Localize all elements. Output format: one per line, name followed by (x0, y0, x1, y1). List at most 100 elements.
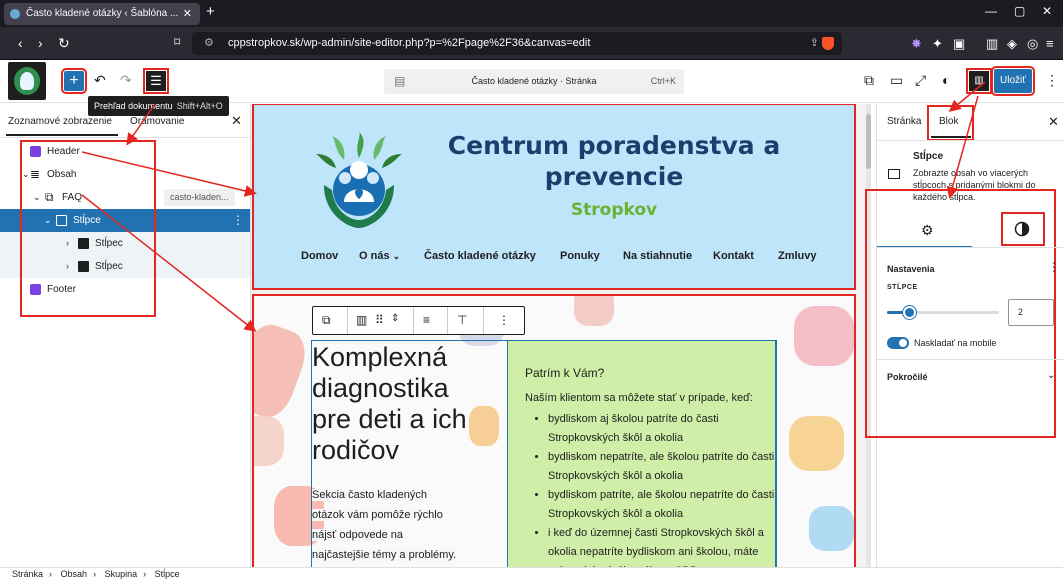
move-up-down-icon[interactable]: ⇕ (391, 313, 399, 324)
forward-icon[interactable]: › (38, 35, 43, 51)
lead-paragraph[interactable]: Sekcia často kladených otázok vám pomôže… (312, 485, 462, 565)
browser-url-bar: ‹ › ↻ ⌑ ⚙ cppstropkov.sk/wp-admin/site-e… (0, 27, 1063, 60)
tree-item-faq[interactable]: ⌄ ⧉ FAQ casto-kladen... (0, 186, 250, 209)
wallet-icon[interactable]: ◈ (1007, 36, 1017, 52)
undo-icon[interactable]: ↶ (94, 72, 106, 89)
stack-on-mobile-label: Naskladať na mobile (914, 338, 997, 348)
tree-item-stlpec[interactable]: › Stĺpec (0, 255, 250, 278)
chevron-down-icon[interactable]: ⌄ (22, 163, 30, 186)
more-options-icon[interactable]: ⋮ (232, 209, 244, 232)
columns-icon (56, 215, 67, 226)
columns-number-input[interactable]: 2 (1008, 299, 1054, 326)
add-block-button[interactable]: + (61, 68, 87, 94)
drag-handle-icon[interactable]: ⠿ (375, 313, 384, 327)
nav-item[interactable]: Zmluvy (778, 250, 817, 262)
settings-tab-gear-icon[interactable]: ⚙ (921, 222, 934, 239)
tree-item-stlpce[interactable]: ⌄ Stĺpce ⋮ (0, 209, 250, 232)
site-header[interactable]: Centrum poradenstva a prevencie Stropkov… (252, 104, 856, 290)
browser-tab[interactable]: Často kladené otázky ‹ Šablóna ... ✕ (4, 3, 200, 25)
site-logo-button[interactable] (8, 62, 46, 100)
column-title[interactable]: Patrím k Vám? (525, 366, 604, 380)
section-heading[interactable]: Komplexná diagnostika pre deti a ich rod… (312, 342, 484, 466)
view-external-icon[interactable]: ⧉ (864, 72, 874, 89)
site-title[interactable]: Centrum poradenstva a prevencie (434, 130, 794, 192)
site-settings-icon[interactable]: ⚙ (204, 32, 214, 55)
desktop-preview-icon[interactable]: ▭ (890, 72, 903, 89)
columns-block-icon[interactable]: ▥ (356, 313, 367, 327)
nav-item[interactable]: Ponuky (560, 250, 600, 262)
save-button[interactable]: Uložiť (991, 66, 1035, 96)
address-field[interactable]: ⚙ cppstropkov.sk/wp-admin/site-editor.ph… (192, 32, 842, 55)
chevron-down-icon[interactable]: ⌄ (33, 186, 41, 209)
close-sidebar-icon[interactable]: ✕ (1048, 114, 1059, 130)
nav-item[interactable]: Často kladené otázky (424, 250, 536, 262)
tree-item-label: Stĺpec (95, 238, 123, 249)
breadcrumb-item[interactable]: Obsah (61, 569, 88, 579)
parent-block-icon[interactable]: ⧉ (322, 313, 331, 328)
tree-item-obsah[interactable]: ⌄ ≣ Obsah (0, 163, 250, 186)
share-icon[interactable]: ⇪ (810, 37, 819, 49)
new-tab-icon[interactable]: + (206, 3, 215, 20)
sidebar-toggle-icon[interactable]: ▥ (986, 36, 998, 52)
columns-label: STĹPCE (887, 284, 918, 291)
settings-options-icon[interactable]: ⋮ (1048, 260, 1060, 274)
list-item[interactable]: bydliskom patríte, ale školou nepatríte … (548, 486, 776, 524)
chevron-right-icon[interactable]: › (66, 232, 69, 255)
vpn-icon[interactable]: ◎ (1027, 36, 1038, 52)
minimize-icon[interactable]: — (985, 4, 997, 18)
tree-item-label: Stĺpce (73, 215, 101, 226)
list-item[interactable]: bydliskom aj školou patríte do časti Str… (548, 410, 776, 448)
redo-icon[interactable]: ↷ (120, 72, 132, 89)
columns-slider[interactable] (887, 306, 999, 319)
settings-sidebar-button[interactable]: ▥ (966, 68, 992, 94)
tree-item-stlpec[interactable]: › Stĺpec (0, 232, 250, 255)
back-icon[interactable]: ‹ (18, 35, 23, 51)
list-item[interactable]: bydliskom nepatríte, ale školou patríte … (548, 448, 776, 486)
block-options-icon[interactable]: ⋮ (498, 313, 510, 327)
close-panel-icon[interactable]: ✕ (231, 113, 242, 129)
tree-item-label: Footer (47, 284, 76, 295)
editor-canvas: Centrum poradenstva a prevencie Stropkov… (251, 104, 870, 567)
nav-item-o-nas[interactable]: O nás ⌄ (359, 250, 400, 262)
reload-icon[interactable]: ↻ (58, 35, 70, 52)
bookmark-icon[interactable]: ⌑ (174, 35, 180, 49)
command-center[interactable]: ▤ Často kladené otázky · Stránka Ctrl+K (384, 69, 684, 94)
chevron-down-icon[interactable]: ⌄ (44, 209, 52, 232)
column-intro[interactable]: Naším klientom sa môžete stať v prípade,… (525, 392, 753, 404)
fullscreen-icon[interactable]: ⤢ (915, 72, 926, 89)
align-icon[interactable]: ≡ (423, 313, 430, 327)
content-section[interactable]: ⧉ ▥ ⠿ ⇕ ≡ ⊤ ⋮ Komplexná diagnostika pre … (252, 294, 856, 567)
stack-on-mobile-toggle[interactable] (887, 337, 909, 349)
page-icon: ▤ (394, 74, 406, 88)
reader-icon[interactable]: ▣ (953, 36, 965, 52)
chevron-right-icon[interactable]: › (66, 255, 69, 278)
nav-item[interactable]: Domov (301, 250, 338, 262)
breadcrumb-item[interactable]: Stĺpce (155, 569, 180, 579)
extension-icon[interactable]: ✸ (911, 36, 922, 52)
eligibility-list[interactable]: bydliskom aj školou patríte do časti Str… (540, 410, 776, 567)
options-menu-icon[interactable]: ⋮ (1045, 72, 1059, 89)
maximize-icon[interactable]: ▢ (1014, 4, 1025, 18)
nav-item[interactable]: Na stiahnutie (623, 250, 692, 262)
vertical-align-top-icon[interactable]: ⊤ (457, 313, 467, 327)
menu-icon[interactable]: ≡ (1046, 36, 1054, 51)
advanced-panel-toggle[interactable]: Pokročilé (887, 372, 928, 382)
block-card-title: Stĺpce (913, 151, 944, 162)
brave-shield-icon[interactable] (822, 36, 834, 50)
styles-icon[interactable]: ◐ (942, 72, 950, 88)
chevron-down-icon[interactable]: ⌄ (1047, 370, 1055, 381)
breadcrumb-item[interactable]: Stránka (12, 569, 43, 579)
close-tab-icon[interactable]: ✕ (183, 3, 192, 25)
tab-page[interactable]: Stránka (887, 116, 921, 127)
puzzle-icon[interactable]: ✦ (932, 36, 943, 52)
breadcrumb-item[interactable]: Skupina (105, 569, 138, 579)
tree-item-footer[interactable]: Footer (0, 278, 250, 301)
document-overview-button[interactable]: ☰ (143, 68, 169, 94)
tree-item-header[interactable]: Header (0, 140, 250, 163)
list-item[interactable]: i keď do územnej časti Stropkovských škô… (548, 524, 776, 567)
tab-outline[interactable]: Orámovanie (130, 116, 184, 127)
styles-tab-icon[interactable] (1014, 221, 1030, 237)
nav-item[interactable]: Kontakt (713, 250, 754, 262)
tab-list-view[interactable]: Zoznamové zobrazenie (8, 116, 112, 127)
close-window-icon[interactable]: ✕ (1042, 4, 1052, 18)
